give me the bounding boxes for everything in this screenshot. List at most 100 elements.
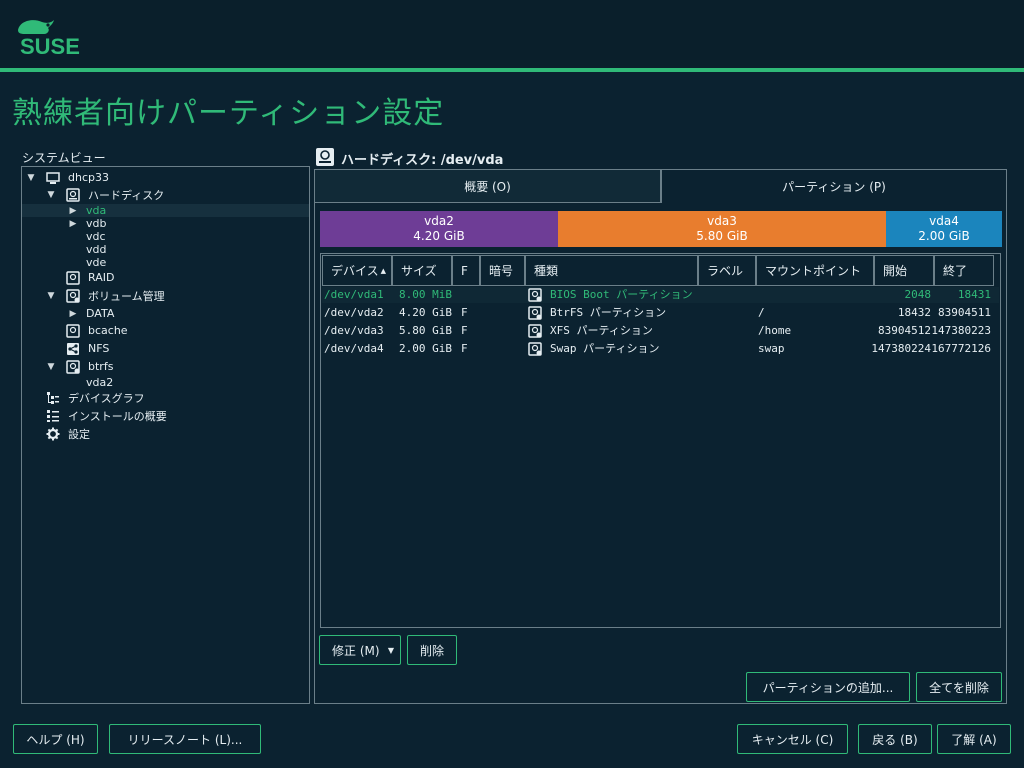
tree-item-settings[interactable]: 設定 [22,427,309,441]
add-partition-button[interactable]: パーティションの追加... [746,672,910,702]
tree-item-label: NFS [88,342,110,355]
tree-item-installation-summary[interactable]: インストールの概要 [22,409,309,423]
partition-bar-vda3: vda3 5.80 GiB [558,211,886,247]
cell-size: 4.20 GiB [399,306,452,319]
tree-item-label: インストールの概要 [68,409,167,423]
tree-item-label: btrfs [88,360,114,373]
collapse-arrow-icon[interactable]: ▼ [46,291,56,301]
tree-item-label: vdc [86,230,106,243]
column-header-device[interactable]: デバイス ▲ [322,255,392,286]
tree-item-data[interactable]: ▶ DATA [22,307,309,320]
cell-start: 2048 [904,288,932,301]
system-view-tree[interactable]: ▼ dhcp33 ▼ ハードディスク ▶ vda ▶ vdb vdc vdd v… [21,166,310,704]
help-button[interactable]: ヘルプ (H) [13,724,98,754]
nfs-icon [67,342,79,355]
system-view-label: システムビュー [22,151,106,165]
partition-bar-size: 5.80 GiB [696,229,748,243]
cell-device: /dev/vda1 [324,288,384,301]
tree-item-vda2[interactable]: vda2 [22,376,309,389]
tree-item-vde[interactable]: vde [22,256,309,269]
release-notes-button[interactable]: リリースノート (L)... [109,724,261,754]
column-header-mountpoint[interactable]: マウントポイント [756,255,874,286]
list-icon [47,409,59,422]
column-header-label: デバイス [331,264,379,278]
column-header-size[interactable]: サイズ [392,255,452,286]
tab-partitions[interactable]: パーティション (P) [661,169,1007,203]
header-accent-line [0,68,1024,72]
collapse-arrow-icon[interactable]: ▼ [46,362,56,372]
tab-overview[interactable]: 概要 (O) [314,169,661,203]
column-header-f[interactable]: F [452,255,480,286]
device-graph-icon [47,391,59,404]
ok-button[interactable]: 了解 (A) [937,724,1011,754]
delete-button[interactable]: 削除 [407,635,457,665]
tree-item-label: ボリューム管理 [88,289,165,303]
cell-device: /dev/vda3 [324,324,384,337]
modify-menu-button[interactable]: 修正 (M) ▼ [319,635,401,665]
partition-bar-vda4: vda4 2.00 GiB [886,211,1002,247]
tree-item-label: vde [86,256,107,269]
cell-end: 147380223 [931,324,991,337]
cell-f: F [461,342,468,355]
tree-item-label: ハードディスク [88,188,165,202]
bcache-icon [66,323,80,338]
tree-item-btrfs[interactable]: ▼ btrfs [22,359,309,374]
suse-logo: SUSE [18,20,80,58]
dropdown-arrow-icon: ▼ [387,645,394,655]
collapse-arrow-icon[interactable]: ▼ [26,173,36,183]
back-button[interactable]: 戻る (B) [858,724,932,754]
cell-type: BtrFS パーティション [550,306,667,319]
cell-device: /dev/vda2 [324,306,384,319]
tree-item-harddisks[interactable]: ▼ ハードディスク [22,187,309,202]
brand-text: SUSE [20,34,80,58]
cell-end: 83904511 [938,306,991,319]
column-header-label[interactable]: ラベル [698,255,756,286]
partition-icon [528,342,542,356]
tree-item-label: vda2 [86,376,114,389]
tree-item-vdc[interactable]: vdc [22,230,309,243]
expand-arrow-icon[interactable]: ▶ [68,219,78,229]
tree-item-raid[interactable]: RAID [22,270,309,285]
delete-all-button[interactable]: 全てを削除 [916,672,1002,702]
cell-type: BIOS Boot パーティション [550,288,693,301]
tree-item-device-graph[interactable]: デバイスグラフ [22,391,309,405]
modify-label: 修正 (M) [332,643,380,658]
tree-item-volume-management[interactable]: ▼ ボリューム管理 [22,288,309,303]
tree-item-vdd[interactable]: vdd [22,243,309,256]
partitions-table[interactable]: デバイス ▲ サイズ F 暗号 種類 ラベル マウントポイント 開始 終了 /de… [320,253,1001,628]
expand-arrow-icon[interactable]: ▶ [68,206,78,216]
tree-item-label: デバイスグラフ [68,391,145,405]
gear-icon [46,427,60,440]
cell-device: /dev/vda4 [324,342,384,355]
cell-type: Swap パーティション [550,342,660,355]
computer-icon [46,171,60,184]
partition-icon [528,306,542,320]
column-header-type[interactable]: 種類 [525,255,698,286]
volume-icon [66,288,80,303]
partition-bar-name: vda3 [707,214,737,228]
tree-item-vda[interactable]: ▶ vda [22,204,309,217]
partition-bar-name: vda2 [424,214,454,228]
cell-mountpoint: / [758,306,765,319]
harddisk-icon [316,148,334,166]
tree-item-label: bcache [88,324,128,337]
tree-item-nfs[interactable]: NFS [22,342,309,355]
collapse-arrow-icon[interactable]: ▼ [46,190,56,200]
column-header-start[interactable]: 開始 [874,255,934,286]
tree-item-bcache[interactable]: bcache [22,323,309,338]
cell-start: 18432 [897,306,931,319]
tree-item-label: DATA [86,307,115,320]
column-header-end[interactable]: 終了 [934,255,994,286]
partition-bar-vda2: vda2 4.20 GiB [320,211,558,247]
cell-size: 8.00 MiB [399,288,452,301]
cancel-button[interactable]: キャンセル (C) [737,724,848,754]
tree-item-dhcp33[interactable]: ▼ dhcp33 [22,171,309,184]
cell-end: 18431 [957,288,991,301]
expand-arrow-icon[interactable]: ▶ [68,309,78,319]
page-title: 熟練者向けパーティション設定 [12,96,445,131]
tree-item-vdb[interactable]: ▶ vdb [22,217,309,230]
column-header-encrypted[interactable]: 暗号 [480,255,525,286]
harddisk-icon [66,187,80,202]
tree-item-label: vdd [86,243,107,256]
cell-mountpoint: /home [758,324,792,337]
